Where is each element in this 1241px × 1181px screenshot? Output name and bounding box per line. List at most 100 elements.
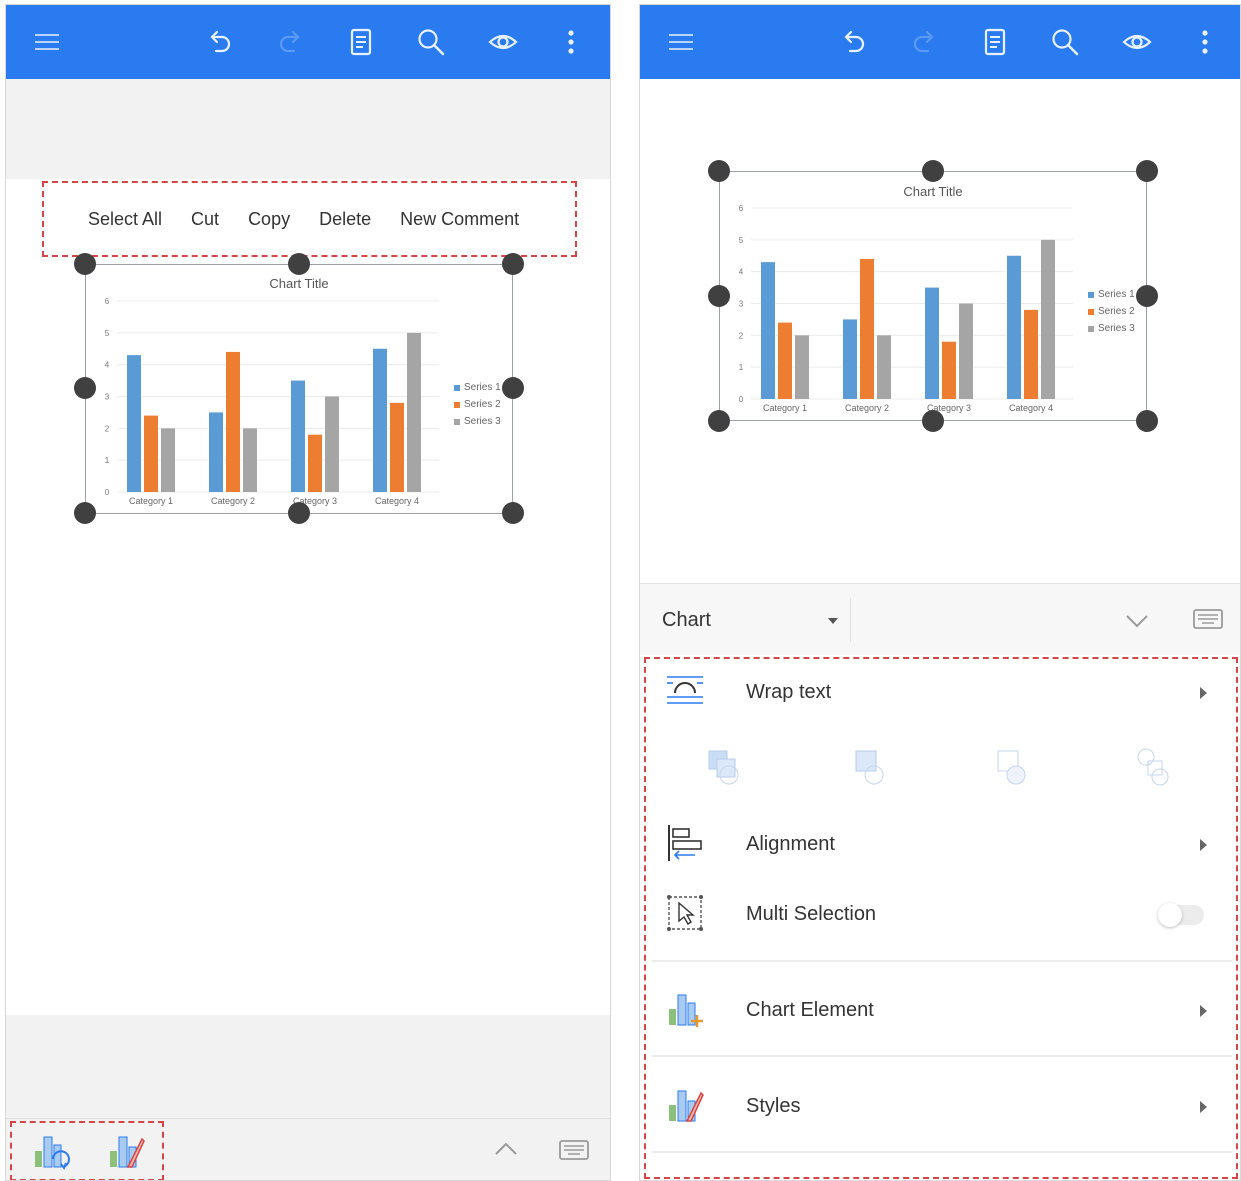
chart-object[interactable]: Chart Title 0 1 2 3 4 5 6 Category 1 Category 2C…: [85, 264, 513, 514]
send-backward-icon[interactable]: [992, 747, 1032, 787]
multi-selection-toggle[interactable]: [1158, 903, 1204, 927]
bar: [925, 287, 939, 399]
undo-icon[interactable]: [838, 27, 868, 57]
menu-icon[interactable]: [666, 27, 696, 57]
wrap-text-icon: [665, 671, 705, 711]
chart-element-row[interactable]: Chart Element: [640, 983, 1240, 1039]
search-icon[interactable]: [1050, 27, 1080, 57]
eye-icon[interactable]: [1122, 27, 1152, 57]
change-chart-type-icon[interactable]: [31, 1131, 71, 1171]
legend-item: Series 1: [454, 379, 501, 396]
resize-handle[interactable]: [922, 160, 944, 182]
select-all-button[interactable]: Select All: [88, 209, 162, 230]
resize-handle[interactable]: [74, 253, 96, 275]
bar: [1024, 309, 1038, 399]
bottom-toolbar: [6, 1118, 610, 1180]
y-tick-label: 4: [105, 361, 110, 370]
resize-handle[interactable]: [288, 253, 310, 275]
left-screen: Select All Cut Copy Delete New Comment C…: [5, 4, 611, 1181]
bring-forward-icon[interactable]: [850, 747, 890, 787]
redo-icon[interactable]: [910, 27, 940, 57]
document-icon[interactable]: [980, 27, 1010, 57]
redo-icon[interactable]: [276, 27, 306, 57]
resize-handle[interactable]: [708, 160, 730, 182]
chevron-down-icon[interactable]: [1124, 608, 1150, 632]
chevron-right-icon: [1200, 839, 1207, 851]
styles-row[interactable]: Styles: [640, 1079, 1240, 1135]
chart-plot: 0123456Category 1 Category 2 Category 3 Cat…: [105, 297, 439, 506]
chart-legend: Series 1 Series 2 Series 3: [454, 379, 501, 430]
resize-handle[interactable]: [502, 502, 524, 524]
bar: [1041, 239, 1055, 399]
legend-label: Series 2: [1098, 306, 1135, 317]
more-icon[interactable]: [1190, 27, 1220, 57]
legend-item: Series 2: [454, 396, 501, 413]
more-icon[interactable]: [556, 27, 586, 57]
keyboard-icon[interactable]: [1192, 606, 1224, 632]
dropdown-label: Chart: [662, 609, 711, 631]
bar: [1007, 255, 1021, 399]
keyboard-icon[interactable]: [558, 1137, 590, 1163]
document-margin-top: [6, 79, 610, 179]
undo-icon[interactable]: [204, 27, 234, 57]
send-to-back-icon[interactable]: [1134, 747, 1174, 787]
chart-element-icon: [665, 989, 705, 1029]
bar: [877, 335, 891, 399]
bar: [325, 396, 339, 492]
dropdown-caret-icon: [828, 618, 838, 624]
eye-icon[interactable]: [488, 27, 518, 57]
right-screen: Chart Title 0 1 2 3 4 5 6 Category 1 Category 2C…: [639, 4, 1241, 1181]
y-tick-label: 5: [739, 236, 744, 245]
y-tick-label: 6: [105, 297, 110, 306]
resize-handle[interactable]: [288, 502, 310, 524]
resize-handle[interactable]: [708, 285, 730, 307]
alignment-row[interactable]: Alignment: [640, 817, 1240, 873]
chevron-right-icon: [1200, 1101, 1207, 1113]
resize-handle[interactable]: [922, 410, 944, 432]
bar: [795, 335, 809, 399]
bring-to-front-icon[interactable]: [705, 747, 745, 787]
resize-handle[interactable]: [502, 253, 524, 275]
resize-handle[interactable]: [1136, 160, 1158, 182]
y-tick-label: 5: [105, 329, 110, 338]
search-icon[interactable]: [416, 27, 446, 57]
cut-button[interactable]: Cut: [191, 209, 219, 230]
separator: [652, 1055, 1232, 1057]
bar: [226, 351, 240, 492]
x-tick-label: Category 4: [1009, 403, 1053, 413]
copy-button[interactable]: Copy: [248, 209, 290, 230]
bar: [761, 262, 775, 399]
styles-label: Styles: [746, 1095, 801, 1117]
bar: [161, 428, 175, 492]
app-toolbar: [6, 5, 610, 79]
legend-item: Series 3: [454, 413, 501, 430]
chart-legend: Series 1 Series 2 Series 3: [1088, 286, 1135, 337]
chart-style-icon[interactable]: [106, 1131, 146, 1171]
new-comment-button[interactable]: New Comment: [400, 209, 519, 230]
legend-item: Series 2: [1088, 303, 1135, 320]
resize-handle[interactable]: [1136, 285, 1158, 307]
y-tick-label: 2: [105, 424, 110, 433]
bar: [390, 402, 404, 492]
wrap-text-row[interactable]: Wrap text: [640, 665, 1240, 721]
chevron-right-icon: [1200, 1005, 1207, 1017]
y-tick-label: 2: [739, 331, 744, 340]
alignment-icon: [665, 823, 705, 863]
y-tick-label: 0: [739, 395, 744, 404]
resize-handle[interactable]: [502, 377, 524, 399]
document-icon[interactable]: [346, 27, 376, 57]
wrap-text-label: Wrap text: [746, 681, 832, 703]
delete-button[interactable]: Delete: [319, 209, 371, 230]
chart-object[interactable]: Chart Title 0 1 2 3 4 5 6 Category 1 Category 2C…: [719, 171, 1147, 421]
resize-handle[interactable]: [708, 410, 730, 432]
x-tick-label: Category 2: [845, 403, 889, 413]
resize-handle[interactable]: [74, 377, 96, 399]
resize-handle[interactable]: [1136, 410, 1158, 432]
context-menu: Select All Cut Copy Delete New Comment: [88, 209, 548, 230]
y-tick-label: 4: [739, 268, 744, 277]
menu-icon[interactable]: [32, 27, 62, 57]
multi-selection-row: Multi Selection: [640, 887, 1240, 943]
object-type-dropdown[interactable]: Chart: [640, 584, 848, 656]
chevron-up-icon[interactable]: [493, 1137, 519, 1163]
resize-handle[interactable]: [74, 502, 96, 524]
